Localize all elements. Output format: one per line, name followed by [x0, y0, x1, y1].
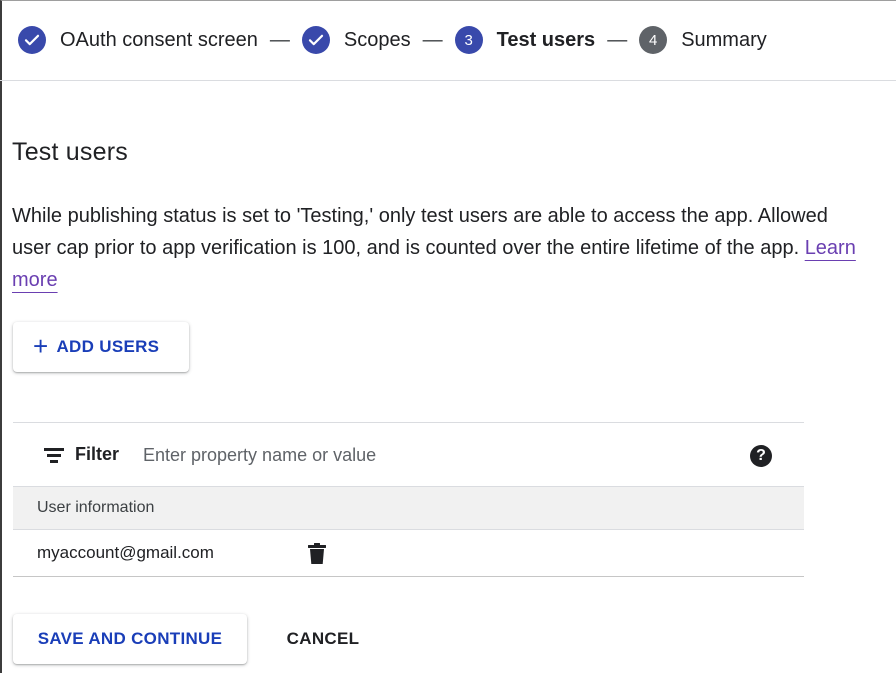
- add-users-label: ADD USERS: [56, 337, 160, 356]
- user-email: myaccount@gmail.com: [37, 543, 214, 562]
- section-description: While publishing status is set to 'Testi…: [12, 200, 872, 296]
- help-icon[interactable]: ?: [750, 445, 772, 467]
- step-summary[interactable]: 4 Summary: [639, 26, 767, 54]
- step-label: Scopes: [343, 28, 411, 51]
- step-scopes[interactable]: Scopes: [301, 26, 411, 54]
- test-users-table: Filter ? User information myaccount@gmai…: [13, 422, 804, 577]
- filter-icon: [44, 448, 64, 463]
- step-number-badge: 3: [454, 26, 483, 54]
- step-separator: —: [269, 28, 290, 51]
- check-icon: [301, 26, 330, 54]
- step-test-users[interactable]: 3 Test users: [454, 26, 596, 54]
- trash-icon[interactable]: [307, 543, 327, 565]
- check-icon: [18, 26, 46, 54]
- filter-bar: Filter ?: [13, 422, 804, 486]
- plus-icon: +: [33, 331, 49, 361]
- description-text: While publishing status is set to 'Testi…: [12, 205, 828, 259]
- step-number-badge: 4: [639, 26, 668, 54]
- stepper: OAuth consent screen — Scopes — 3 Test u…: [0, 0, 896, 81]
- step-separator: —: [607, 28, 628, 51]
- step-oauth-consent-screen[interactable]: OAuth consent screen: [18, 26, 258, 54]
- step-label: OAuth consent screen: [60, 28, 258, 51]
- filter-label: Filter: [75, 444, 120, 464]
- filter-input[interactable]: [143, 439, 703, 471]
- table-row: myaccount@gmail.com: [13, 530, 804, 577]
- step-label: Summary: [681, 28, 767, 51]
- add-users-button[interactable]: + ADD USERS: [13, 322, 189, 372]
- step-label: Test users: [496, 28, 596, 51]
- save-and-continue-button[interactable]: SAVE AND CONTINUE: [13, 614, 247, 664]
- step-separator: —: [422, 28, 443, 51]
- cancel-button[interactable]: CANCEL: [270, 614, 376, 664]
- table-header-user-information[interactable]: User information: [13, 486, 804, 530]
- page-title: Test users: [12, 138, 128, 166]
